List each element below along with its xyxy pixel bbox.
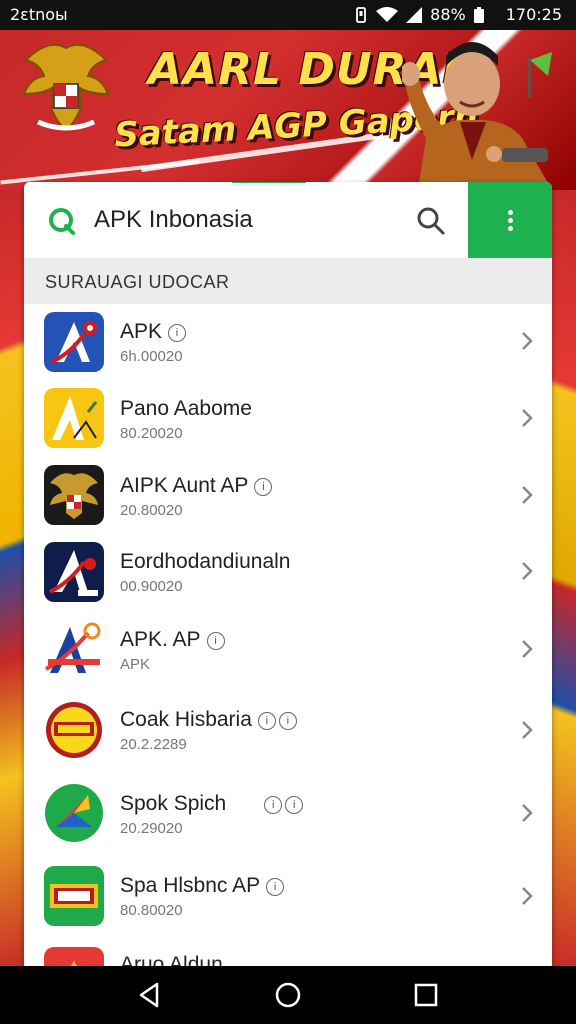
info-badge-icon: i [264,796,283,814]
chevron-right-icon [522,804,533,822]
app-logo-icon [49,208,75,235]
list-item[interactable]: Spok Spich i i 20.29020 [24,772,552,856]
decorative-side-right [552,190,576,970]
navy-a-icon [44,542,104,602]
presenter-illustration-icon [402,42,552,190]
list-item[interactable]: AIPK Aunt AP i 20.80020 [24,457,552,535]
search-icon[interactable] [414,204,448,238]
list-item[interactable]: APK. AP i APK [24,610,552,689]
info-badge-icon: i [285,796,304,814]
clock: 170:25 [505,5,562,24]
round-yellow-logo-icon [44,700,104,760]
app-list-card: SURAUAGI UDOCAR APK i 6h.00020 Pano Aabom… [24,182,552,972]
navigation-bar [0,966,576,1024]
yellow-a-icon [44,388,104,448]
app-title: AIPK Aunt AP [120,474,249,497]
chevron-right-icon [522,409,533,427]
decorative-side-left [0,190,24,970]
signal-icon [406,6,423,23]
status-icons: 88% 170:25 [354,5,562,24]
app-version: 00.90020 [120,578,183,595]
app-title: APK. AP [120,628,201,651]
list-item[interactable]: Coak Hisbaria i i 20.2.2289 [24,688,552,773]
search-accent-line [232,182,306,183]
app-title: Coak Hisbaria [120,708,252,731]
list-item[interactable]: Spa Hlsbnc AP i 80.80020 [24,855,552,938]
list-item[interactable]: APK i 6h.00020 [24,304,552,381]
section-label: SURAUAGI UDOCAR [45,272,230,292]
promo-banner[interactable]: AARL DURAN Satam AGP Gapern [0,30,576,190]
app-title: APK [120,320,163,343]
info-badge-icon: i [257,712,276,730]
search-bar [24,182,552,260]
info-badge-icon: i [254,478,273,496]
app-title: Spa Hlsbnc AP [120,874,261,897]
colorful-pinwheel-icon [44,783,104,843]
search-input[interactable] [94,202,404,238]
garuda-emblem-icon [22,44,110,132]
recent-apps-icon[interactable] [411,980,441,1010]
status-carrier-text: 2ɛtnoы [10,5,68,24]
list-item[interactable]: Pano Aabome 80.20020 [24,380,552,458]
battery-icon [473,6,484,23]
app-title: Eordhodandiunaln [120,550,291,573]
chevron-right-icon [522,332,533,350]
app-title: Pano Aabome [120,397,252,420]
garuda-emblem-icon [44,465,104,525]
green-game-logo-icon [44,866,104,926]
more-dot-icon [508,210,513,215]
chevron-right-icon [522,721,533,739]
section-header: SURAUAGI UDOCAR [24,258,552,304]
chevron-right-icon [522,562,533,580]
app-version: 20.80020 [120,502,183,519]
chevron-right-icon [522,486,533,504]
back-icon[interactable] [135,980,165,1010]
more-options-button[interactable] [468,182,552,258]
more-dot-icon [508,226,513,231]
chevron-right-icon [522,887,533,905]
apk-blue-a-icon [44,312,104,372]
more-dot-icon [508,218,513,223]
info-badge-icon: i [278,712,297,730]
wifi-icon [376,6,399,22]
status-bar: 2ɛtnoы 88% 170:25 [0,0,576,30]
app-version: APK [120,656,151,673]
vibrate-icon [356,6,367,23]
app-title: Spok Spich [120,792,227,815]
home-icon[interactable] [273,980,303,1010]
info-badge-icon: i [168,324,187,342]
app-version: 20.29020 [120,820,183,837]
info-badge-icon: i [206,632,225,650]
app-version: 6h.00020 [120,348,183,365]
app-version: 20.2.2289 [120,736,187,753]
list-item[interactable]: Eordhodandiunaln 00.90020 [24,534,552,611]
info-badge-icon: i [266,878,285,896]
chevron-right-icon [522,640,533,658]
app-version: 80.20020 [120,425,183,442]
app-version: 80.80020 [120,902,183,919]
battery-percent: 88% [430,5,466,24]
red-blue-a-icon [44,619,104,679]
